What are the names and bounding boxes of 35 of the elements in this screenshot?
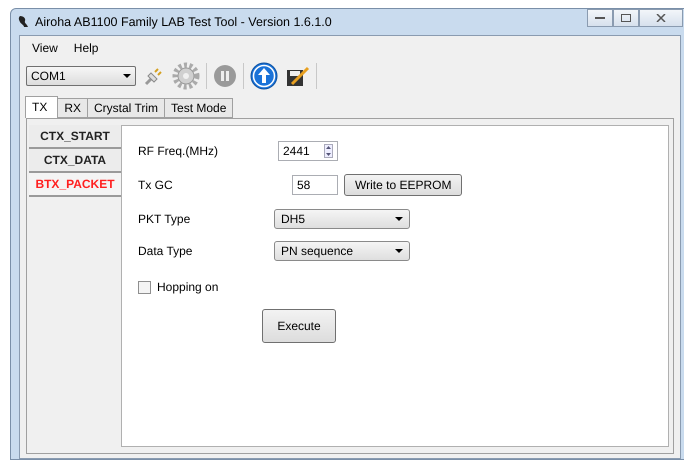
close-button[interactable] bbox=[639, 9, 683, 27]
window-title: Airoha AB1100 Family LAB Test Tool - Version 1.6.1.0 bbox=[35, 15, 333, 29]
write-eeprom-button[interactable]: Write to EEPROM bbox=[344, 174, 462, 196]
side-tab[interactable]: CTX_START bbox=[29, 125, 121, 149]
frequency-spinbox[interactable]: 2441 bbox=[278, 141, 338, 161]
input-field[interactable]: 58 bbox=[292, 175, 338, 195]
floppy-disk-icon[interactable] bbox=[284, 64, 310, 88]
field-label: PKT Type bbox=[138, 212, 190, 226]
port-dropdown[interactable]: COM1 bbox=[26, 66, 136, 86]
data-type-dropdown[interactable]: PN sequence bbox=[274, 241, 410, 261]
maximize-button[interactable] bbox=[613, 9, 639, 27]
checkbox[interactable] bbox=[138, 280, 151, 294]
menu-item[interactable]: View bbox=[26, 41, 64, 55]
minimize-button[interactable] bbox=[587, 9, 613, 27]
minimize-icon bbox=[595, 16, 605, 20]
caret-icon bbox=[395, 249, 403, 253]
packet-type-dropdown[interactable]: DH5 bbox=[274, 209, 410, 229]
upload-icon[interactable] bbox=[250, 62, 278, 90]
caret-icon bbox=[123, 74, 131, 78]
tab[interactable]: Test Mode bbox=[164, 98, 234, 118]
checkbox-label: Hopping on bbox=[157, 280, 218, 294]
app-icon bbox=[17, 15, 29, 29]
spinner-icon[interactable] bbox=[324, 144, 333, 158]
tab[interactable]: Crystal Trim bbox=[87, 98, 166, 118]
field-label: Tx GC bbox=[138, 178, 173, 192]
side-tab[interactable]: CTX_DATA bbox=[29, 149, 121, 173]
execute-button[interactable]: Execute bbox=[262, 309, 336, 343]
field-label: Data Type bbox=[138, 244, 192, 258]
maximize-icon bbox=[621, 14, 631, 22]
tab[interactable]: RX bbox=[57, 98, 88, 118]
menu-item[interactable]: Help bbox=[68, 41, 104, 55]
caret-icon bbox=[395, 217, 403, 221]
tab[interactable]: TX bbox=[25, 96, 58, 118]
field-label: RF Freq.(MHz) bbox=[138, 144, 218, 158]
close-icon bbox=[656, 14, 666, 22]
